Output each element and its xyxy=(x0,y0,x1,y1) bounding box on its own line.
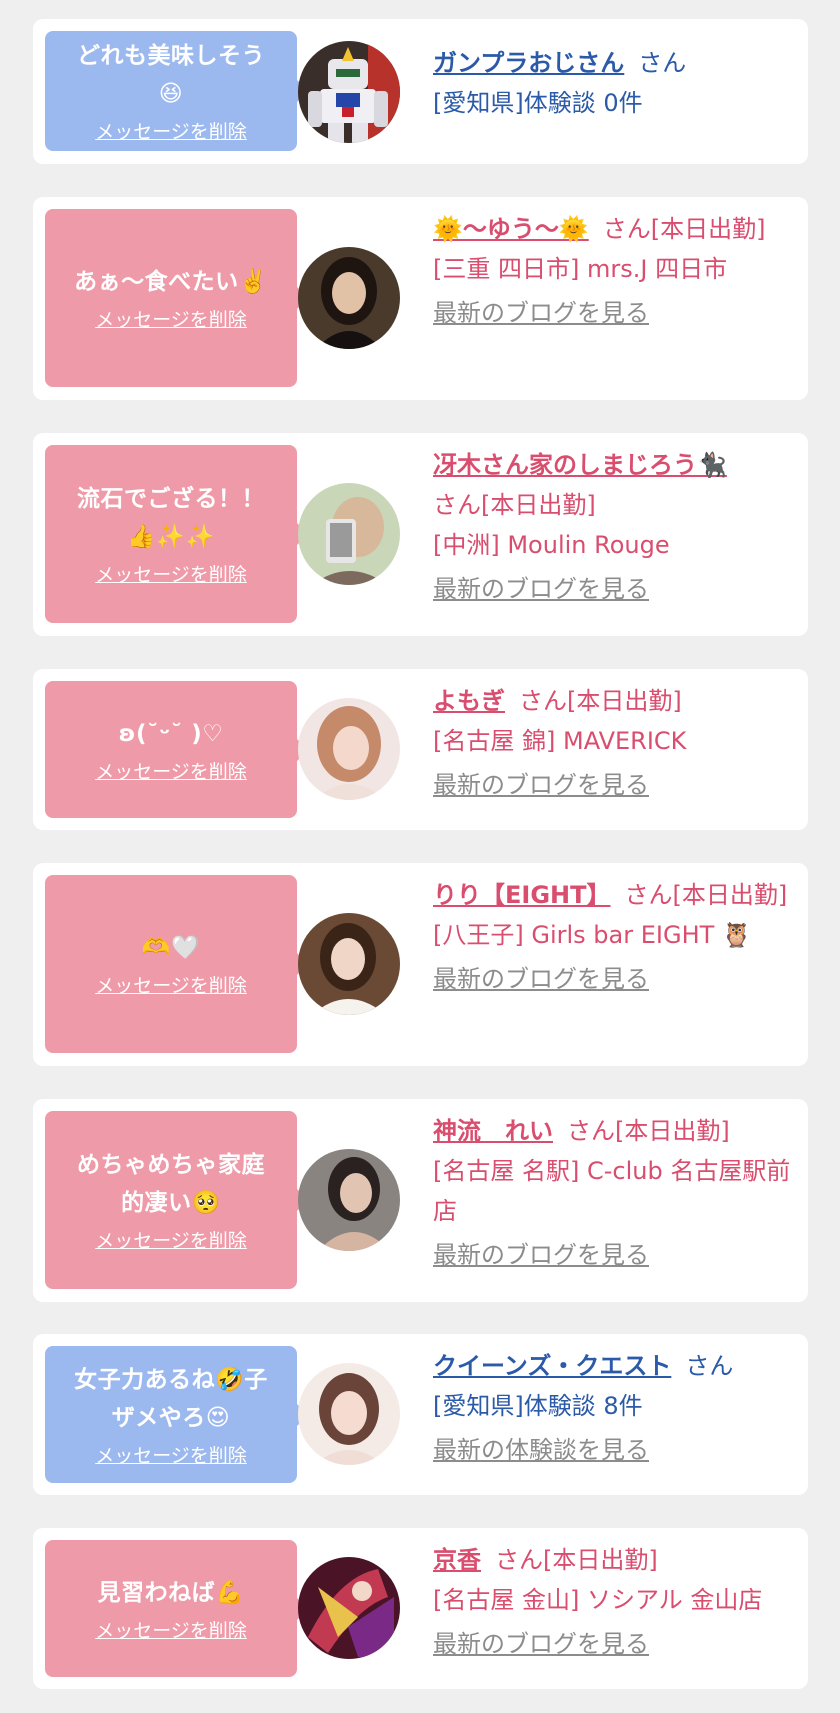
message-bubble: 流石でござる！！ 👍✨✨ メッセージを削除 xyxy=(45,445,308,623)
latest-blog-link[interactable]: 最新のブログを見る xyxy=(433,765,803,805)
message-text: ʚ(˘ᵕ˘ )♡ xyxy=(118,720,224,747)
delete-message-link[interactable]: メッセージを削除 xyxy=(95,119,247,145)
user-name-link[interactable]: りり【EIGHT】 xyxy=(433,881,610,909)
avatar[interactable] xyxy=(298,483,400,585)
message-text: あぁ〜食べたい✌️ xyxy=(74,269,268,295)
user-name-link[interactable]: 神流 れい xyxy=(433,1117,553,1145)
message-bubble: あぁ〜食べたい✌️ メッセージを削除 xyxy=(45,209,308,387)
delete-message-link[interactable]: メッセージを削除 xyxy=(95,307,247,333)
message-card: 🫶🤍 メッセージを削除 りり【EIGHT】 さん[本日出勤] [八王子] Girl… xyxy=(33,863,808,1066)
woman-avatar-image xyxy=(298,247,400,349)
latest-review-link[interactable]: 最新の体験談を見る xyxy=(433,1430,803,1470)
user-suffix: さん[本日出勤] xyxy=(624,881,788,909)
user-suffix: さん[本日出勤] xyxy=(519,687,682,715)
user-detail: [名古屋 名駅] C-club 名古屋駅前店 xyxy=(433,1157,791,1225)
avatar[interactable] xyxy=(298,41,400,143)
delete-message-link[interactable]: メッセージを削除 xyxy=(95,1228,247,1254)
user-suffix: さん xyxy=(638,49,687,77)
user-info: 神流 れい さん[本日出勤] [名古屋 名駅] C-club 名古屋駅前店 最新の… xyxy=(433,1111,803,1275)
user-info: よもぎ さん[本日出勤] [名古屋 錦] MAVERICK 最新のブログを見る xyxy=(433,681,803,805)
message-bubble: ʚ(˘ᵕ˘ )♡ メッセージを削除 xyxy=(45,681,308,818)
avatar[interactable] xyxy=(298,913,400,1015)
user-detail: [愛知県]体験談 0件 xyxy=(433,89,643,117)
latest-blog-link[interactable]: 最新のブログを見る xyxy=(433,293,803,333)
user-info: 冴木さん家のしまじろう🐈‍⬛ さん[本日出勤] [中洲] Moulin Roug… xyxy=(433,445,803,609)
woman-avatar-image xyxy=(298,698,400,800)
delete-message-link[interactable]: メッセージを削除 xyxy=(95,759,247,785)
avatar[interactable] xyxy=(298,1363,400,1465)
message-bubble: 🫶🤍 メッセージを削除 xyxy=(45,875,308,1053)
message-text: 女子力あるね🤣子 ザメやろ😍 xyxy=(74,1366,268,1431)
avatar[interactable] xyxy=(298,247,400,349)
user-suffix: さん xyxy=(685,1352,734,1380)
user-info: りり【EIGHT】 さん[本日出勤] [八王子] Girls bar EIGHT … xyxy=(433,875,803,999)
message-text: 見習わねば💪 xyxy=(97,1579,245,1606)
user-info: 京香 さん[本日出勤] [名古屋 金山] ソシアル 金山店 最新のブログを見る xyxy=(433,1540,803,1664)
message-bubble: どれも美味しそう 😆 メッセージを削除 xyxy=(45,31,308,151)
user-suffix: さん[本日出勤] xyxy=(495,1546,658,1574)
avatar[interactable] xyxy=(298,698,400,800)
message-bubble: 見習わねば💪 メッセージを削除 xyxy=(45,1540,308,1677)
message-card: 流石でござる！！ 👍✨✨ メッセージを削除 冴木さん家のしまじろう🐈‍⬛ さん[… xyxy=(33,433,808,636)
latest-blog-link[interactable]: 最新のブログを見る xyxy=(433,959,803,999)
message-text: めちゃめちゃ家庭 的凄い🥺 xyxy=(77,1152,265,1216)
message-text: 流石でござる！！ 👍✨✨ xyxy=(77,486,265,550)
user-detail: [中洲] Moulin Rouge xyxy=(433,531,670,559)
user-name-link[interactable]: よもぎ xyxy=(433,687,505,715)
message-card: どれも美味しそう 😆 メッセージを削除 ガンプラおじさんさん [愛知県]体験談 xyxy=(33,19,808,164)
user-info: クイーンズ・クエスト さん [愛知県]体験談 8件 最新の体験談を見る xyxy=(433,1346,803,1470)
delete-message-link[interactable]: メッセージを削除 xyxy=(95,562,247,588)
user-info: 🌞〜ゆう〜🌞 さん[本日出勤] [三重 四日市] mrs.J 四日市 最新のブログ… xyxy=(433,209,803,333)
message-text: どれも美味しそう 😆 xyxy=(77,43,265,107)
delete-message-link[interactable]: メッセージを削除 xyxy=(95,973,247,999)
message-list: どれも美味しそう 😆 メッセージを削除 ガンプラおじさんさん [愛知県]体験談 xyxy=(0,0,840,1713)
delete-message-link[interactable]: メッセージを削除 xyxy=(95,1443,247,1469)
user-name-link[interactable]: 🌞〜ゆう〜🌞 xyxy=(433,215,589,243)
user-detail: [名古屋 錦] MAVERICK xyxy=(433,727,687,755)
message-card: めちゃめちゃ家庭 的凄い🥺 メッセージを削除 神流 れい さん[本日出勤] [名古… xyxy=(33,1099,808,1302)
message-card: 女子力あるね🤣子 ザメやろ😍 メッセージを削除 クイーンズ・クエスト さん [愛知… xyxy=(33,1334,808,1495)
user-detail: [愛知県]体験談 8件 xyxy=(433,1392,643,1420)
user-info: ガンプラおじさん さん [愛知県]体験談 0件 xyxy=(433,43,803,123)
user-name-link[interactable]: 京香 xyxy=(433,1546,481,1574)
user-suffix: さん[本日出勤] xyxy=(567,1117,730,1145)
user-name-link[interactable]: ガンプラおじさん xyxy=(433,49,624,77)
message-card: ʚ(˘ᵕ˘ )♡ メッセージを削除 よもぎ さん[本日出勤] [名古屋 錦] MA… xyxy=(33,669,808,830)
kimono-avatar-image xyxy=(298,1557,400,1659)
robot-avatar-image xyxy=(298,41,400,143)
latest-blog-link[interactable]: 最新のブログを見る xyxy=(433,1235,803,1275)
user-suffix: さん[本日出勤] xyxy=(602,215,766,243)
user-detail: [八王子] Girls bar EIGHT 🦉 xyxy=(433,921,752,949)
message-bubble: 女子力あるね🤣子 ザメやろ😍 メッセージを削除 xyxy=(45,1346,308,1483)
latest-blog-link[interactable]: 最新のブログを見る xyxy=(433,1624,803,1664)
avatar[interactable] xyxy=(298,1557,400,1659)
user-detail: [三重 四日市] mrs.J 四日市 xyxy=(433,255,728,283)
selfie-avatar-image xyxy=(298,483,400,585)
latest-blog-link[interactable]: 最新のブログを見る xyxy=(433,569,803,609)
user-name-link[interactable]: 冴木さん家のしまじろう🐈‍⬛ xyxy=(433,451,727,479)
delete-message-link[interactable]: メッセージを削除 xyxy=(95,1618,247,1644)
woman-avatar-image xyxy=(298,1149,400,1251)
illustrated-woman-avatar-image xyxy=(298,1363,400,1465)
user-suffix: さん[本日出勤] xyxy=(433,491,596,519)
user-detail: [名古屋 金山] ソシアル 金山店 xyxy=(433,1586,763,1614)
avatar[interactable] xyxy=(298,1149,400,1251)
message-bubble: めちゃめちゃ家庭 的凄い🥺 メッセージを削除 xyxy=(45,1111,308,1289)
woman-avatar-image xyxy=(298,913,400,1015)
message-card: 見習わねば💪 メッセージを削除 京香 さん[本日出勤] [名古屋 金山] ソシアル… xyxy=(33,1528,808,1689)
user-name-link[interactable]: クイーンズ・クエスト xyxy=(433,1352,671,1380)
message-card: あぁ〜食べたい✌️ メッセージを削除 🌞〜ゆう〜🌞 さん[本日出勤] [三重 四日… xyxy=(33,197,808,400)
message-text: 🫶🤍 xyxy=(141,935,201,961)
